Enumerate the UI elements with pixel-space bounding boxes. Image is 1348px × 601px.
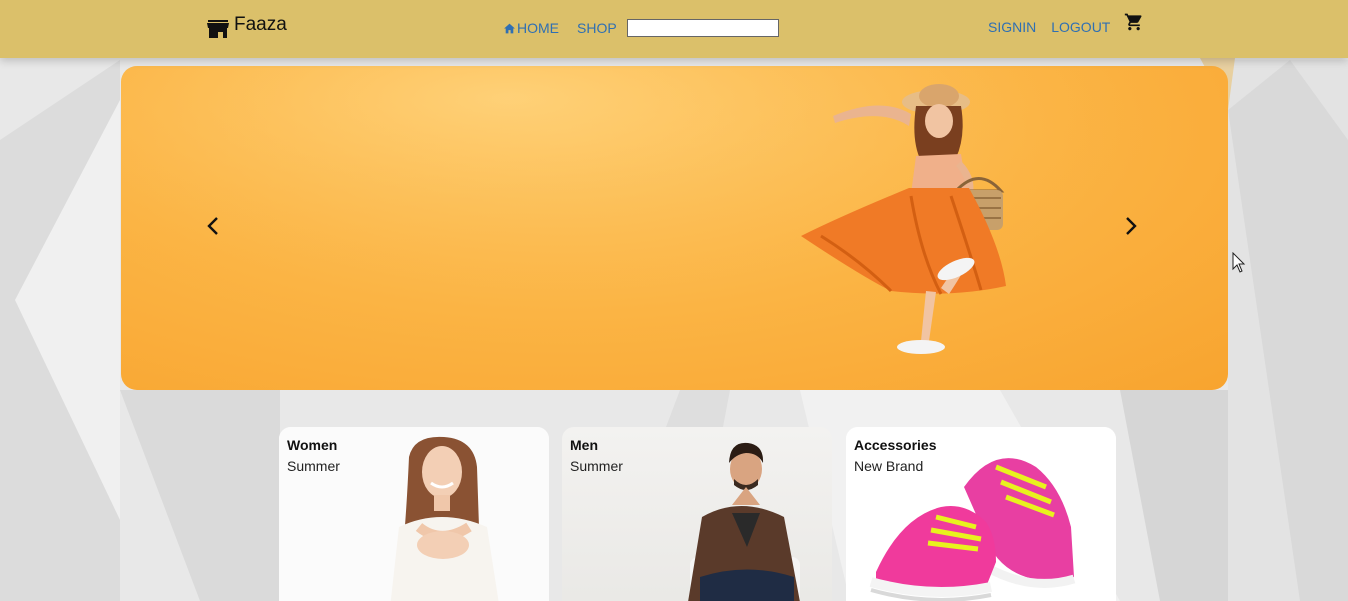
nav-signin-link[interactable]: SIGNIN: [988, 19, 1036, 35]
category-image-men: [688, 442, 800, 601]
top-navbar: Faaza HOME SHOP SIGNIN LOGOUT: [0, 0, 1348, 58]
nav-home-label: HOME: [517, 20, 559, 36]
category-image-women: [279, 427, 549, 601]
cart-icon[interactable]: [1124, 12, 1144, 32]
category-subtitle: Summer: [287, 458, 340, 474]
chevron-right-icon[interactable]: [1123, 214, 1139, 238]
store-icon: [207, 20, 229, 38]
nav-home-link[interactable]: HOME: [503, 20, 559, 36]
category-subtitle: Summer: [570, 458, 623, 474]
mouse-cursor-icon: [1232, 252, 1246, 273]
chevron-left-icon[interactable]: [205, 214, 221, 238]
search-input[interactable]: [626, 19, 779, 37]
home-icon: [504, 23, 515, 33]
hero-image: [121, 66, 1228, 390]
category-title: Women: [287, 437, 338, 453]
category-image-accessories: [846, 427, 1116, 601]
brand[interactable]: Faaza: [206, 14, 287, 40]
category-title: Accessories: [854, 437, 937, 453]
nav-right: SIGNIN LOGOUT: [988, 19, 1110, 35]
nav-logout-link[interactable]: LOGOUT: [1051, 19, 1110, 35]
category-title: Men: [570, 437, 598, 453]
category-subtitle: New Brand: [854, 458, 924, 474]
hero-carousel[interactable]: [121, 66, 1228, 390]
category-card-men[interactable]: Men Summer: [562, 427, 832, 601]
category-card-accessories[interactable]: Accessories New Brand: [846, 427, 1116, 601]
nav-center: HOME SHOP: [503, 19, 779, 37]
brand-name: Faaza: [234, 14, 287, 35]
category-card-women[interactable]: Women Summer: [279, 427, 549, 601]
nav-shop-link[interactable]: SHOP: [577, 20, 617, 36]
